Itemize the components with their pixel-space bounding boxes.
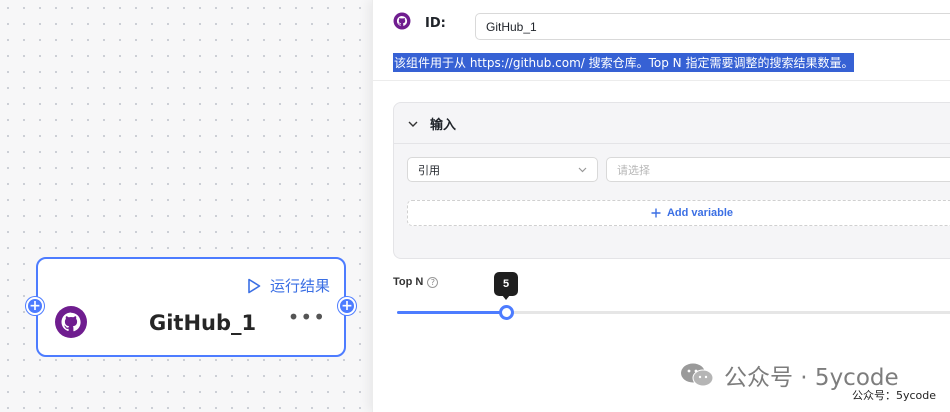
- output-handle-plus-icon[interactable]: +: [338, 297, 356, 315]
- more-options-icon[interactable]: •••: [288, 307, 326, 327]
- github-icon: [54, 305, 88, 343]
- divider: [394, 143, 950, 144]
- id-label: ID:: [425, 15, 446, 31]
- github-icon: [393, 12, 411, 34]
- divider: [373, 80, 950, 81]
- input-section-toggle[interactable]: 输入: [408, 114, 456, 133]
- add-variable-button[interactable]: Add variable: [407, 200, 950, 226]
- chevron-down-icon: [408, 121, 418, 127]
- reference-type-select[interactable]: 引用: [407, 157, 598, 182]
- top-n-label: Top N: [393, 276, 424, 288]
- variable-select-placeholder: 请选择: [617, 163, 650, 177]
- reference-type-value: 引用: [418, 163, 440, 177]
- github-node[interactable]: 运行结果 GitHub_1 •••: [36, 257, 346, 357]
- plus-icon: [651, 208, 661, 218]
- chevron-down-icon: [578, 167, 587, 172]
- input-section: 输入 引用 请选择 Add variable: [393, 102, 950, 259]
- config-panel: ID: 该组件用于从 https://github.com/ 搜索仓库。Top …: [372, 0, 950, 412]
- top-n-row: Top N ?: [393, 276, 439, 288]
- input-section-title: 输入: [430, 118, 457, 133]
- node-title: GitHub_1: [149, 311, 257, 335]
- watermark-caption: 公众号：5ycode: [852, 389, 937, 402]
- id-input[interactable]: [475, 13, 950, 40]
- help-icon[interactable]: ?: [427, 276, 439, 288]
- run-result-label: 运行结果: [269, 277, 330, 295]
- add-variable-label: Add variable: [666, 207, 734, 219]
- wechat-icon: [681, 363, 714, 387]
- play-icon: [248, 278, 261, 293]
- input-handle-plus-icon[interactable]: +: [26, 297, 44, 315]
- id-row: ID:: [393, 12, 446, 34]
- variable-select[interactable]: 请选择: [606, 157, 950, 182]
- slider-thumb[interactable]: [499, 305, 514, 320]
- top-n-slider[interactable]: [397, 305, 950, 320]
- run-result-button[interactable]: 运行结果: [247, 275, 330, 296]
- top-n-value-tooltip: 5: [494, 272, 518, 300]
- component-description: 该组件用于从 https://github.com/ 搜索仓库。Top N 指定…: [393, 53, 855, 72]
- slider-fill: [397, 311, 506, 314]
